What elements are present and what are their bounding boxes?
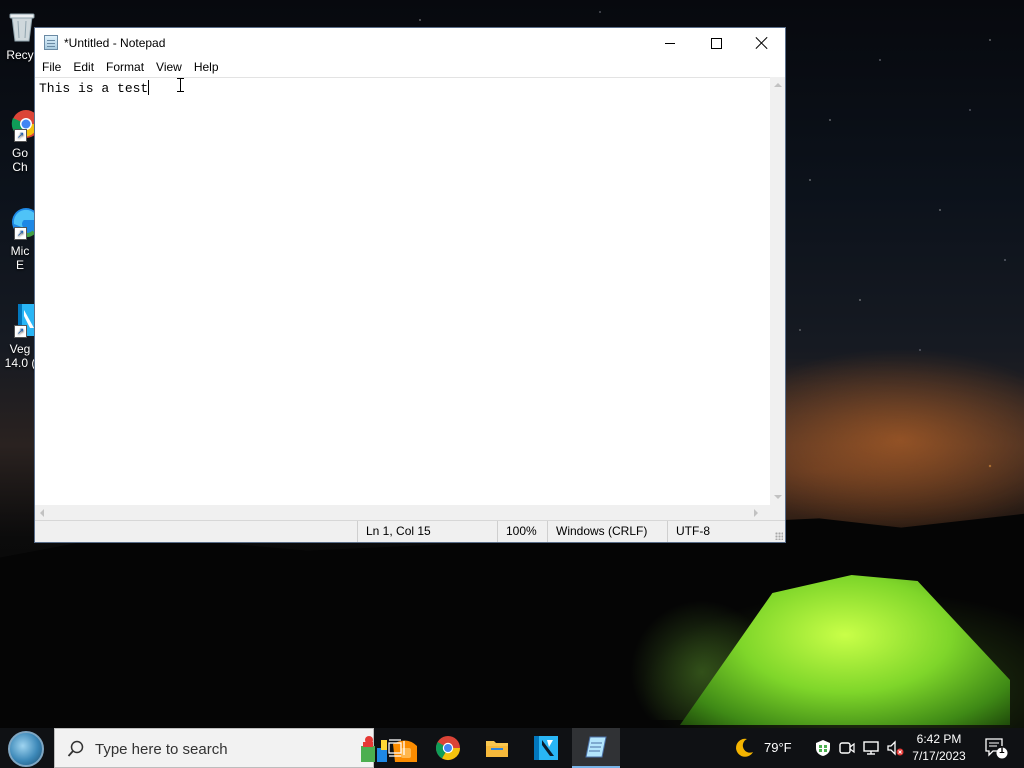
task-view-button[interactable] xyxy=(374,728,422,768)
taskbar: Type here to search 79°F 6:42 PM 7/17/20… xyxy=(0,728,1024,768)
minimize-button[interactable] xyxy=(647,28,693,58)
volume-muted-icon[interactable] xyxy=(886,739,904,757)
clock-date: 7/17/2023 xyxy=(912,749,966,763)
status-line-ending: Windows (CRLF) xyxy=(547,521,667,542)
vertical-scrollbar[interactable] xyxy=(770,77,785,505)
menu-format[interactable]: Format xyxy=(100,58,150,77)
resize-grip-icon[interactable] xyxy=(775,532,783,540)
menu-bar: File Edit Format View Help xyxy=(35,58,785,77)
notepad-app-icon[interactable] xyxy=(44,35,58,50)
horizontal-scrollbar[interactable] xyxy=(35,505,770,520)
security-shield-icon[interactable] xyxy=(814,739,832,757)
clock-time: 6:42 PM xyxy=(916,732,962,746)
shortcut-arrow-icon: ↗ xyxy=(14,129,27,142)
editor-content-line[interactable]: This is a test xyxy=(39,80,150,97)
status-cursor-position: Ln 1, Col 15 xyxy=(357,521,497,542)
chrome-icon xyxy=(435,736,460,761)
status-bar: Ln 1, Col 15 100% Windows (CRLF) UTF-8 xyxy=(35,520,785,542)
notepad-icon xyxy=(585,736,607,758)
shortcut-arrow-icon: ↗ xyxy=(14,325,27,338)
moon-weather-icon[interactable] xyxy=(732,736,756,760)
status-zoom: 100% xyxy=(497,521,547,542)
notepad-window: *Untitled - Notepad File Edit Format View He… xyxy=(34,27,786,543)
taskbar-vegas[interactable] xyxy=(522,728,570,768)
menu-file[interactable]: File xyxy=(36,58,67,77)
maximize-button[interactable] xyxy=(693,28,739,58)
notification-count-badge: 1 xyxy=(999,745,1005,756)
taskbar-search-box[interactable]: Type here to search xyxy=(54,728,417,768)
action-center-button[interactable]: 1 xyxy=(976,728,1016,768)
ibeam-cursor-icon xyxy=(177,78,184,92)
task-view-icon xyxy=(388,739,405,757)
scroll-down-arrow-icon[interactable] xyxy=(774,495,782,499)
network-icon[interactable] xyxy=(862,739,880,757)
taskbar-file-explorer[interactable] xyxy=(473,728,521,768)
title-bar[interactable]: *Untitled - Notepad xyxy=(35,28,785,58)
start-button[interactable] xyxy=(8,731,44,767)
maximize-icon xyxy=(710,37,722,49)
scroll-up-arrow-icon[interactable] xyxy=(774,83,782,87)
scroll-right-arrow-icon[interactable] xyxy=(754,509,758,517)
close-button[interactable] xyxy=(739,28,785,58)
editor-text: This is a test xyxy=(39,81,149,96)
vegas-icon xyxy=(534,736,558,760)
menu-view[interactable]: View xyxy=(150,58,188,77)
scrollbar-corner xyxy=(770,505,785,520)
text-editor-area[interactable]: This is a test xyxy=(35,77,770,506)
scroll-left-arrow-icon[interactable] xyxy=(40,509,44,517)
folder-icon xyxy=(486,741,508,757)
shortcut-arrow-icon: ↗ xyxy=(14,227,27,240)
window-title: *Untitled - Notepad xyxy=(64,36,166,50)
taskbar-notepad[interactable] xyxy=(572,728,620,768)
text-caret xyxy=(148,80,150,95)
taskbar-chrome[interactable] xyxy=(424,728,472,768)
minimize-icon xyxy=(665,42,675,44)
menu-help[interactable]: Help xyxy=(188,58,225,77)
taskbar-clock[interactable]: 6:42 PM 7/17/2023 xyxy=(904,731,974,765)
status-encoding: UTF-8 xyxy=(667,521,785,542)
weather-temperature[interactable]: 79°F xyxy=(764,740,792,755)
menu-edit[interactable]: Edit xyxy=(67,58,100,77)
search-icon xyxy=(67,740,84,757)
meet-now-icon[interactable] xyxy=(838,739,856,757)
close-icon xyxy=(756,37,768,49)
search-placeholder: Type here to search xyxy=(95,741,228,758)
